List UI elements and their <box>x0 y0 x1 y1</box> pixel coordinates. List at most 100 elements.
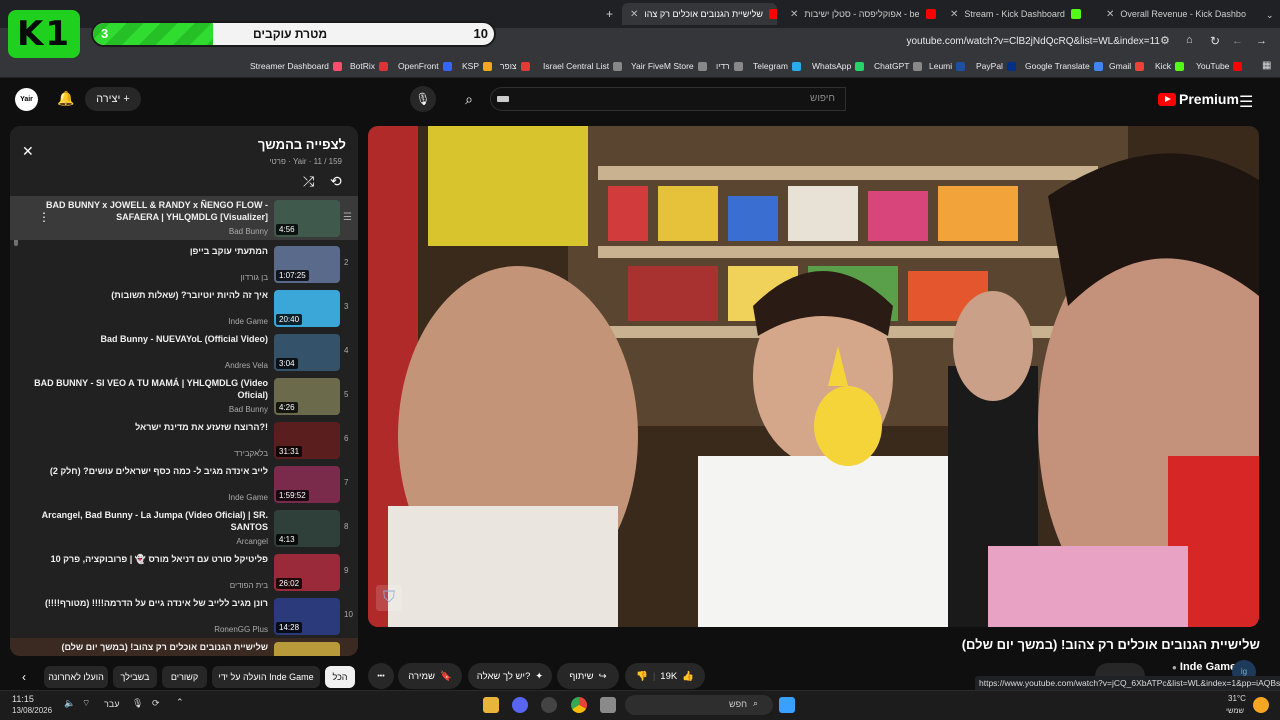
playlist-item-thumbnail[interactable]: 1:59:52 <box>274 466 340 503</box>
close-icon[interactable]: ✕ <box>1106 9 1114 20</box>
playlist-item-thumbnail[interactable]: 4:26 <box>274 378 340 415</box>
bookmark-item[interactable]: Gmail <box>1109 61 1145 71</box>
playlist-item[interactable]: המתעתי עוקב בייפן בן גורדון 1:07:25 2 <box>10 242 358 286</box>
tab-list-button[interactable]: ⌄ <box>1258 4 1280 26</box>
weather-temp[interactable]: 31°C <box>1228 694 1246 703</box>
shuffle-icon[interactable]: ⤮ <box>303 173 314 190</box>
playlist-item-thumbnail[interactable]: 14:28 <box>274 598 340 635</box>
create-button[interactable]: יצירה + <box>85 87 141 111</box>
tune-icon[interactable]: ⚙ <box>1160 34 1170 47</box>
like-icon[interactable]: 👍 <box>682 671 694 682</box>
taskbar-search[interactable]: חפש <box>625 695 773 715</box>
keyboard-icon[interactable] <box>497 96 509 102</box>
discord-icon[interactable] <box>512 697 528 713</box>
weather-text[interactable]: שמשי <box>1226 706 1244 715</box>
save-button[interactable]: שמירה 🔖 <box>398 663 462 689</box>
chip-uploaded-by[interactable]: הועלה על ידי Inde Game <box>212 666 320 688</box>
reload-icon[interactable]: ↻ <box>1210 34 1220 48</box>
url-field[interactable]: youtube.com/watch?v=ClB2jNdQcRQ&list=WL&… <box>840 36 1160 47</box>
playlist-item[interactable]: איך זה להיות יוטיובר? (שאלות תשובות) Inde… <box>10 286 358 330</box>
bookmarks-more-icon[interactable]: ▦ <box>1262 60 1271 71</box>
watermark-icon[interactable]: ⛉ <box>376 585 402 611</box>
notifications-bell-icon[interactable]: 🔔 <box>57 90 74 107</box>
forward-icon[interactable]: → <box>1256 35 1267 47</box>
bookmark-item[interactable]: KSP <box>462 61 493 71</box>
chip-all[interactable]: הכל <box>325 666 355 688</box>
playlist-item[interactable]: הרוצח שזעזע את מדינת ישראל?! בלאקבירד 31:3… <box>10 418 358 462</box>
bookmark-item[interactable]: YouTube <box>1196 61 1243 71</box>
taskbar-time[interactable]: 11:15 <box>12 694 34 704</box>
share-button[interactable]: שיתוף ↪ <box>557 663 619 689</box>
chip-related[interactable]: קשורים <box>162 666 207 688</box>
bookmark-item[interactable]: Google Translate <box>1025 61 1103 71</box>
channel-name[interactable]: ● Inde Game <box>1172 661 1236 673</box>
tab-kick-stream[interactable]: ✕ Stream - Kick Dashboard <box>942 3 1092 25</box>
playlist-item-thumbnail[interactable]: 26:02 <box>274 554 340 591</box>
playlist-item-thumbnail[interactable]: 1:07:25 <box>274 246 340 283</box>
bookmark-item[interactable]: ChatGPT <box>874 61 923 71</box>
bookmark-item[interactable]: צופר <box>500 61 530 71</box>
bookmark-item[interactable]: PayPal <box>976 61 1016 71</box>
weather-sun-icon[interactable] <box>1253 697 1269 713</box>
avatar[interactable]: Yair <box>15 88 38 111</box>
close-icon[interactable]: ✕ <box>22 143 34 160</box>
playlist-item-thumbnail[interactable] <box>274 642 340 656</box>
chip-for-you[interactable]: בשבילך <box>113 666 157 688</box>
voice-search-button[interactable]: 🎙 <box>410 86 436 112</box>
bookmark-item[interactable]: Kick <box>1155 61 1185 71</box>
search-button[interactable]: ⌕ <box>452 87 486 111</box>
volume-icon[interactable]: 🔈 <box>64 698 75 709</box>
playlist-item[interactable]: Bad Bunny - NUEVAYoL (Official Video) And… <box>10 330 358 374</box>
bookmark-item[interactable]: Israel Central List <box>543 61 623 71</box>
chrome-icon[interactable] <box>571 697 587 713</box>
file-explorer-icon[interactable] <box>483 697 499 713</box>
bookmark-item[interactable]: Telegram <box>753 61 801 71</box>
playlist-item[interactable]: רונן מגיב ללייב של אינדה גיים על הדרמה!!… <box>10 594 358 638</box>
chip-recent[interactable]: הועלו לאחרונה <box>44 666 108 688</box>
loop-icon[interactable]: ⟲ <box>330 173 342 190</box>
close-icon[interactable]: ✕ <box>630 9 638 20</box>
bookmark-item[interactable]: Leumi <box>929 61 966 71</box>
taskbar-date[interactable]: 13/08/2026 <box>12 706 52 715</box>
new-tab-button[interactable]: + <box>598 3 621 25</box>
windows-start-icon[interactable] <box>779 697 795 713</box>
tab-current-video[interactable]: ✕ שלישיית הגנובים אוכלים רק צהו <box>622 3 777 25</box>
playlist-item-thumbnail[interactable]: 31:31 <box>274 422 340 459</box>
ask-button[interactable]: יש לך שאלה? ✦ <box>468 663 552 689</box>
bookmark-item[interactable]: BotRix <box>350 61 389 71</box>
bookmark-item[interactable]: Streamer Dashboard <box>250 61 342 71</box>
close-icon[interactable]: ✕ <box>950 9 958 20</box>
playlist-item[interactable]: BAD BUNNY x JOWELL & RANDY x ÑENGO FLOW … <box>10 196 358 240</box>
back-icon[interactable]: ← <box>1232 35 1243 47</box>
playlist-item-thumbnail[interactable]: 3:04 <box>274 334 340 371</box>
tab-overall-revenue[interactable]: ✕ Overall Revenue - Kick Dashbo <box>1098 3 1250 25</box>
youtube-logo[interactable]: Premium <box>1158 91 1239 107</box>
bookmark-item[interactable]: WhatsApp <box>812 61 865 71</box>
home-icon[interactable]: ⌂ <box>1186 34 1193 46</box>
dislike-icon[interactable]: 👎 <box>636 671 648 682</box>
mic-icon[interactable]: 🎙 <box>132 698 143 709</box>
like-count[interactable]: 19K <box>660 671 677 682</box>
more-vert-icon[interactable]: ⋮ <box>38 210 50 224</box>
bookmark-item[interactable]: רדיו <box>716 61 743 71</box>
playlist-item-thumbnail[interactable]: 4:56 <box>274 200 340 237</box>
bookmark-item[interactable]: OpenFront <box>398 61 452 71</box>
close-icon[interactable]: ✕ <box>790 9 798 20</box>
task-view-icon[interactable] <box>600 697 616 713</box>
wifi-icon[interactable]: ⌔ <box>82 698 90 709</box>
hamburger-menu-icon[interactable]: ☰ <box>1239 92 1253 112</box>
language-indicator[interactable]: עבר <box>104 699 119 709</box>
tray-chevron-up-icon[interactable]: ⌃ <box>176 697 184 708</box>
playlist-item[interactable]: שלישיית הגנובים אוכלים רק צהוב! (במשך יו… <box>10 638 358 656</box>
bookmark-item[interactable]: Yair FiveM Store <box>631 61 707 71</box>
chevron-left-icon[interactable]: ‹ <box>22 670 26 684</box>
playlist-item[interactable]: לייב אינדה מגיב ל- כמה כסף ישראלים עושים… <box>10 462 358 506</box>
playlist-item[interactable]: Arcangel, Bad Bunny - La Jumpa (Video Of… <box>10 506 358 550</box>
sync-icon[interactable]: ⟳ <box>152 698 160 709</box>
playlist-item[interactable]: פליטיקל סורט עם דניאל מורס 👻 | פרובוקציה… <box>10 550 358 594</box>
playlist-item-thumbnail[interactable]: 4:13 <box>274 510 340 547</box>
video-player[interactable]: ⛉ <box>368 126 1259 627</box>
playlist-item[interactable]: BAD BUNNY - SI VEO A TU MAMÁ | YHLQMDLG … <box>10 374 358 418</box>
drag-handle-icon[interactable]: ☰ <box>343 212 352 223</box>
tab-apocalypse[interactable]: ✕ אפוקליפסה - סטלן ישיבות - be <box>782 3 937 25</box>
